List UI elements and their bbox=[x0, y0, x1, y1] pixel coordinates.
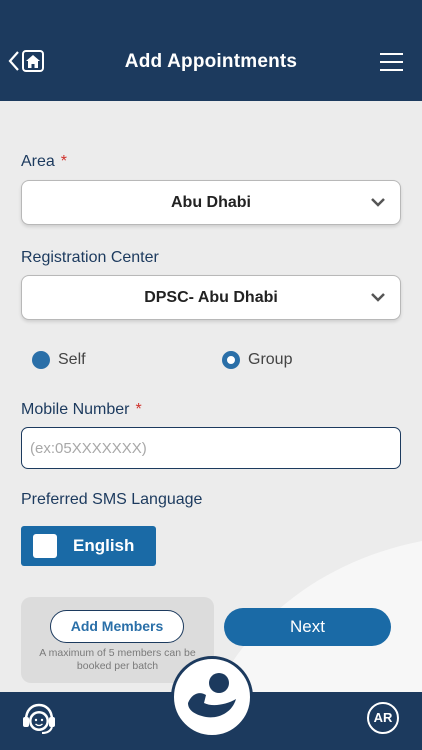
language-toggle-button[interactable]: AR bbox=[367, 702, 399, 734]
chevron-down-icon bbox=[371, 198, 385, 207]
checkbox-icon bbox=[33, 534, 57, 558]
registration-center-select[interactable]: DPSC- Abu Dhabi bbox=[21, 275, 401, 320]
radio-self[interactable]: Self bbox=[32, 351, 86, 369]
sms-language-english-toggle[interactable]: English bbox=[21, 526, 156, 566]
area-value: Abu Dhabi bbox=[171, 194, 251, 211]
radio-selected-icon bbox=[222, 351, 240, 369]
registration-center-value: DPSC- Abu Dhabi bbox=[144, 289, 278, 306]
hamburger-menu-icon[interactable] bbox=[380, 53, 403, 71]
radio-group[interactable]: Group bbox=[222, 351, 292, 369]
mobile-number-input[interactable] bbox=[21, 427, 401, 469]
add-members-button[interactable]: Add Members bbox=[50, 610, 184, 643]
radio-filled-icon bbox=[32, 351, 50, 369]
sms-language-option: English bbox=[73, 536, 135, 555]
app-header: Add Appointments bbox=[0, 0, 422, 101]
brand-logo-icon[interactable] bbox=[171, 656, 253, 738]
registration-center-label: Registration Center bbox=[21, 249, 159, 266]
mobile-number-label: Mobile Number * bbox=[21, 401, 142, 418]
next-button[interactable]: Next bbox=[224, 608, 391, 646]
radio-group-label: Group bbox=[248, 351, 293, 368]
sms-language-label: Preferred SMS Language bbox=[21, 491, 203, 508]
area-label: Area * bbox=[21, 153, 68, 170]
page-title: Add Appointments bbox=[124, 51, 298, 72]
area-select[interactable]: Abu Dhabi bbox=[21, 180, 401, 225]
chevron-down-icon bbox=[371, 293, 385, 302]
customer-support-icon[interactable] bbox=[20, 700, 58, 738]
radio-self-label: Self bbox=[58, 351, 86, 368]
